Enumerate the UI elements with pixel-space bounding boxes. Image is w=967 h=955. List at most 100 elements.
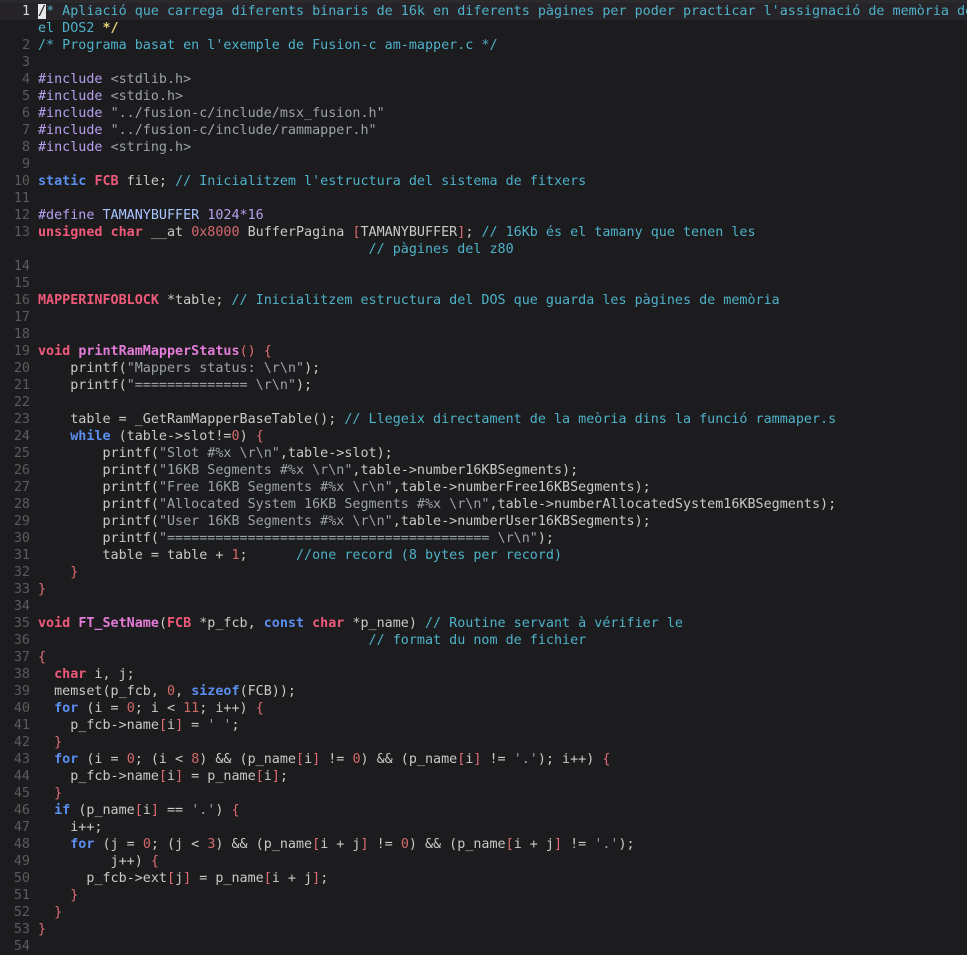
code-line[interactable]: 32 } bbox=[0, 564, 967, 581]
code-token: printf( bbox=[38, 378, 127, 393]
code-line[interactable]: 50 p_fcb->ext[j] = p_name[i + j]; bbox=[0, 870, 967, 887]
line-number: 20 bbox=[13, 361, 30, 376]
code-line[interactable]: 20 printf("Mappers status: \r\n"); bbox=[0, 360, 967, 377]
line-number: 27 bbox=[13, 480, 30, 495]
code-line[interactable]: 44 p_fcb->name[i] = p_name[i]; bbox=[0, 768, 967, 785]
code-line[interactable]: 18 bbox=[0, 326, 967, 343]
code-line[interactable]: 29 printf("User 16KB Segments #%x \r\n",… bbox=[0, 513, 967, 530]
code-line[interactable]: 9 bbox=[0, 156, 967, 173]
code-line[interactable]: 45 } bbox=[0, 785, 967, 802]
code-token: 11 bbox=[183, 701, 200, 716]
code-token: printf( bbox=[38, 480, 159, 495]
code-text: /* Programa basat en l'exemple de Fusion… bbox=[38, 37, 498, 54]
code-line[interactable]: 24 while (table->slot!=0) { bbox=[0, 428, 967, 445]
line-number: 11 bbox=[13, 191, 30, 206]
code-line[interactable]: 5 #include <stdio.h> bbox=[0, 88, 967, 105]
line-number: 48 bbox=[13, 837, 30, 852]
code-line[interactable]: 2 /* Programa basat en l'exemple de Fusio… bbox=[0, 37, 967, 54]
code-token: ,table->numberUser16KBSegments); bbox=[392, 514, 651, 529]
code-line[interactable]: 23 table = _GetRamMapperBaseTable(); // … bbox=[0, 411, 967, 428]
code-line[interactable]: 30 printf("=============================… bbox=[0, 530, 967, 547]
code-line[interactable]: 31 table = table + 1; //one record (8 by… bbox=[0, 547, 967, 564]
code-token: 0 bbox=[126, 752, 135, 767]
code-line[interactable]: 26 printf("16KB Segments #%x \r\n",table… bbox=[0, 462, 967, 479]
code-line[interactable]: 1 /* Apliació que carrega diferents binar… bbox=[0, 3, 967, 20]
code-text: #include <stdlib.h> bbox=[38, 71, 191, 88]
code-line[interactable]: 21 printf("============== \r\n"); bbox=[0, 377, 967, 394]
code-line[interactable]: 14 bbox=[0, 258, 967, 275]
line-number: 52 bbox=[13, 905, 30, 920]
code-text: printf("Allocated System 16KB Segments #… bbox=[38, 496, 836, 513]
code-line[interactable]: 11 bbox=[0, 190, 967, 207]
line-number: 18 bbox=[13, 327, 30, 342]
code-line[interactable]: 41 p_fcb->name[i] = ' '; bbox=[0, 717, 967, 734]
code-text: if (p_name[i] == '.') { bbox=[38, 802, 239, 819]
code-line[interactable]: 53} bbox=[0, 921, 967, 938]
code-text: for (i = 0; (i < 8) && (p_name[i] != 0) … bbox=[38, 751, 610, 768]
code-line[interactable]: 34 bbox=[0, 598, 967, 615]
code-line[interactable]: 13 unsigned char __at 0x8000 BufferPagina… bbox=[0, 224, 967, 241]
code-line[interactable]: 22 bbox=[0, 394, 967, 411]
code-token: 0 bbox=[231, 429, 240, 444]
code-line[interactable]: 15 bbox=[0, 275, 967, 292]
code-line[interactable]: el DOS2 */ bbox=[0, 20, 967, 37]
code-line[interactable]: 3 bbox=[0, 54, 967, 71]
code-line[interactable]: 35 void FT_SetName(FCB *p_fcb, const char… bbox=[0, 615, 967, 632]
code-line[interactable]: 10 static FCB file; // Inicialitzem l'est… bbox=[0, 173, 967, 190]
code-line[interactable]: 25 printf("Slot #%x \r\n",table->slot); bbox=[0, 445, 967, 462]
code-text: p_fcb->ext[j] = p_name[i + j]; bbox=[38, 870, 328, 887]
code-line[interactable]: 17 bbox=[0, 309, 967, 326]
code-token: <stdio.h> bbox=[110, 89, 184, 104]
code-token: i++; bbox=[38, 820, 103, 835]
code-token: void bbox=[38, 616, 79, 631]
code-token: } bbox=[38, 582, 47, 597]
code-line[interactable]: 19 void printRamMapperStatus() { bbox=[0, 343, 967, 360]
code-line[interactable]: 7 #include "../fusion-c/include/rammapper… bbox=[0, 122, 967, 139]
code-token: *table; bbox=[158, 293, 232, 308]
code-token: } bbox=[70, 888, 79, 903]
code-line[interactable]: 39 memset(p_fcb, 0, sizeof(FCB)); bbox=[0, 683, 967, 700]
code-line[interactable]: 46 if (p_name[i] == '.') { bbox=[0, 802, 967, 819]
code-line[interactable]: 28 printf("Allocated System 16KB Segment… bbox=[0, 496, 967, 513]
code-line[interactable]: 47 i++; bbox=[0, 819, 967, 836]
code-line[interactable]: 37 { bbox=[0, 649, 967, 666]
code-text: table = table + 1; //one record (8 bytes… bbox=[38, 547, 562, 564]
code-token: [ bbox=[167, 871, 176, 886]
code-line[interactable]: 36 // format du nom de fichier bbox=[0, 632, 967, 649]
code-token: '.' bbox=[594, 837, 619, 852]
code-line[interactable]: // pàgines del z80 bbox=[0, 241, 967, 258]
code-line[interactable]: 43 for (i = 0; (i < 8) && (p_name[i] != … bbox=[0, 751, 967, 768]
code-token: != bbox=[320, 752, 353, 767]
code-line[interactable]: 40 for (i = 0; i < 11; i++) { bbox=[0, 700, 967, 717]
code-line[interactable]: 6 #include "../fusion-c/include/msx_fusio… bbox=[0, 105, 967, 122]
code-line[interactable]: 48 for (j = 0; (j < 3) && (p_name[i + j]… bbox=[0, 836, 967, 853]
code-token: [ bbox=[263, 871, 272, 886]
code-line[interactable]: 38 char i, j; bbox=[0, 666, 967, 683]
line-number: 34 bbox=[13, 599, 30, 614]
code-token: ; i < bbox=[134, 701, 184, 716]
code-token: TAMANYBUFFER bbox=[102, 208, 208, 223]
code-line[interactable]: 8 #include <string.h> bbox=[0, 139, 967, 156]
code-editor[interactable]: 1 /* Apliació que carrega diferents binar… bbox=[0, 3, 967, 955]
code-line[interactable]: 49 j++) { bbox=[0, 853, 967, 870]
code-token: ,table->numberFree16KBSegments); bbox=[392, 480, 651, 495]
code-token: != bbox=[481, 752, 514, 767]
code-line[interactable]: 42 } bbox=[0, 734, 967, 751]
code-token: ] bbox=[312, 871, 321, 886]
code-line[interactable]: 27 printf("Free 16KB Segments #%x \r\n",… bbox=[0, 479, 967, 496]
code-line[interactable]: 51 } bbox=[0, 887, 967, 904]
line-number: 49 bbox=[13, 854, 30, 869]
code-line[interactable]: 16 MAPPERINFOBLOCK *table; // Inicialitze… bbox=[0, 292, 967, 309]
code-line[interactable]: 12 #define TAMANYBUFFER 1024*16 bbox=[0, 207, 967, 224]
code-line[interactable]: 4 #include <stdlib.h> bbox=[0, 71, 967, 88]
code-line[interactable]: 52 } bbox=[0, 904, 967, 921]
code-text: printf("============== \r\n"); bbox=[38, 377, 312, 394]
code-text: /* Apliació que carrega diferents binari… bbox=[38, 3, 967, 20]
code-token: //one record (8 bytes per record) bbox=[295, 548, 563, 563]
code-token: [ bbox=[255, 769, 264, 784]
code-token: ,table->slot); bbox=[279, 446, 393, 461]
code-token: MAPPERINFOBLOCK bbox=[38, 293, 159, 308]
code-token: // pàgines del z80 bbox=[368, 242, 514, 257]
code-token: ] bbox=[150, 803, 159, 818]
code-line[interactable]: 33} bbox=[0, 581, 967, 598]
